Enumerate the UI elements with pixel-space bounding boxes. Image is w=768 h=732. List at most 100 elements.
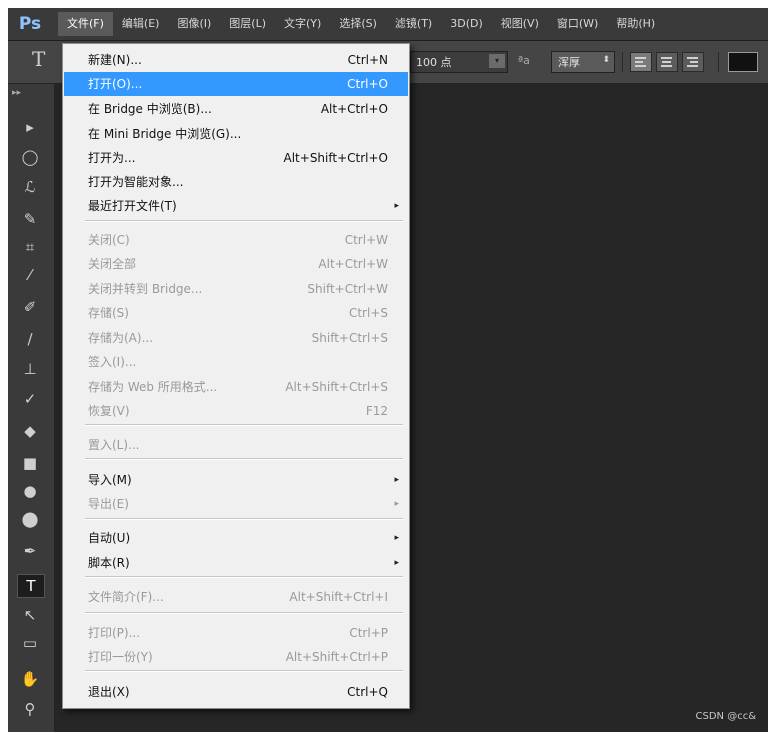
menu-item-label: 关闭并转到 Bridge... xyxy=(88,282,203,296)
menu-window[interactable]: 窗口(W) xyxy=(548,12,607,36)
current-tool-icon[interactable]: T xyxy=(32,47,45,71)
file-menu-item[interactable]: 最近打开文件(T) ▸ xyxy=(64,194,408,218)
eraser-tool-icon[interactable]: ◆ xyxy=(17,420,43,442)
menu-item-label: 脚本(R) xyxy=(88,556,130,570)
submenu-arrow-icon: ▸ xyxy=(394,533,399,543)
history-brush-tool-icon[interactable]: ✓ xyxy=(17,388,43,410)
menu-item-shortcut: Alt+Ctrl+O xyxy=(320,102,388,116)
options-divider xyxy=(718,52,719,72)
font-size-dropdown-icon[interactable]: ▾ xyxy=(489,54,505,68)
menu-separator xyxy=(85,576,403,578)
file-menu-item[interactable]: 自动(U) ▸ xyxy=(64,526,408,550)
crop-tool-icon[interactable]: ⌗ xyxy=(17,236,43,258)
menu-item-label: 恢复(V) xyxy=(88,404,130,418)
healing-brush-tool-icon[interactable]: ✐ xyxy=(17,296,43,318)
file-menu-item: 存储为(A)... Shift+Ctrl+S xyxy=(64,326,408,350)
menu-item-shortcut: Alt+Shift+Ctrl+S xyxy=(285,380,388,394)
brush-tool-icon[interactable]: ∕ xyxy=(17,328,43,350)
menu-item-shortcut: Ctrl+N xyxy=(347,53,388,67)
menu-item-label: 签入(I)... xyxy=(88,355,137,369)
file-menu-item[interactable]: 新建(N)... Ctrl+N xyxy=(64,48,408,72)
menu-item-label: 关闭(C) xyxy=(88,233,130,247)
path-select-tool-icon[interactable]: ↖ xyxy=(17,604,43,626)
menu-item-label: 在 Bridge 中浏览(B)... xyxy=(88,102,212,116)
menu-item-label: 关闭全部 xyxy=(88,257,137,271)
submenu-arrow-icon: ▸ xyxy=(394,499,399,509)
type-tool-icon[interactable]: T xyxy=(17,574,45,598)
menu-item-label: 打印(P)... xyxy=(88,626,141,640)
marquee-tool-icon[interactable]: ◯ xyxy=(17,146,43,168)
menu-item-shortcut: Ctrl+Q xyxy=(347,685,388,699)
menu-3d[interactable]: 3D(D) xyxy=(441,12,492,36)
menu-item-label: 打开为... xyxy=(88,151,136,165)
hand-tool-icon[interactable]: ✋ xyxy=(17,668,43,690)
menu-item-shortcut: Shift+Ctrl+S xyxy=(311,331,388,345)
menu-item-label: 在 Mini Bridge 中浏览(G)... xyxy=(88,127,242,141)
text-color-swatch[interactable] xyxy=(728,52,758,72)
menu-item-label: 置入(L)... xyxy=(88,438,140,452)
menu-separator xyxy=(85,458,403,460)
antialias-select[interactable]: 浑厚 ⬍ xyxy=(551,51,615,73)
menu-item-label: 存储为(A)... xyxy=(88,331,154,345)
menu-item-shortcut: Ctrl+P xyxy=(349,626,388,640)
quick-select-tool-icon[interactable]: ✎ xyxy=(17,208,43,230)
menu-view[interactable]: 视图(V) xyxy=(492,12,548,36)
align-left-icon[interactable] xyxy=(630,52,652,72)
font-size-select[interactable]: 100 点 ▾ xyxy=(410,51,508,73)
options-divider xyxy=(622,52,623,72)
file-menu-item: 打印一份(Y) Alt+Shift+Ctrl+P xyxy=(64,645,408,669)
gradient-tool-icon[interactable]: ■ xyxy=(17,452,43,474)
zoom-tool-icon[interactable]: ⚲ xyxy=(17,698,43,720)
file-menu-item: 打印(P)... Ctrl+P xyxy=(64,621,408,645)
file-menu-item[interactable]: 在 Bridge 中浏览(B)... Alt+Ctrl+O xyxy=(64,97,408,121)
submenu-arrow-icon: ▸ xyxy=(394,558,399,568)
menu-item-label: 最近打开文件(T) xyxy=(88,199,177,213)
align-right-icon[interactable] xyxy=(682,52,704,72)
menu-filter[interactable]: 滤镜(T) xyxy=(386,12,441,36)
file-menu-item[interactable]: 在 Mini Bridge 中浏览(G)... xyxy=(64,122,408,146)
menu-item-label: 存储(S) xyxy=(88,306,129,320)
move-tool-icon[interactable]: ▸ xyxy=(17,116,43,138)
file-menu-item[interactable]: 打开(O)... Ctrl+O xyxy=(64,72,408,96)
dodge-tool-icon[interactable]: ⬤ xyxy=(17,508,43,530)
file-menu-item: 关闭(C) Ctrl+W xyxy=(64,228,408,252)
file-menu-item: 导出(E) ▸ xyxy=(64,492,408,516)
lasso-tool-icon[interactable]: ℒ xyxy=(17,176,43,198)
font-size-value: 100 点 xyxy=(416,56,452,69)
menu-item-label: 打开(O)... xyxy=(88,77,143,91)
menu-separator xyxy=(85,518,403,520)
collapse-grip-icon[interactable]: ▸▸ xyxy=(12,88,21,98)
menu-select[interactable]: 选择(S) xyxy=(330,12,386,36)
menu-item-label: 文件简介(F)... xyxy=(88,590,164,604)
text-align-group xyxy=(630,52,704,72)
file-menu-item: 文件简介(F)... Alt+Shift+Ctrl+I xyxy=(64,585,408,609)
menu-image[interactable]: 图像(I) xyxy=(168,12,220,36)
clone-stamp-tool-icon[interactable]: ⊥ xyxy=(17,358,43,380)
watermark: CSDN @cc& xyxy=(695,711,756,722)
file-menu-item[interactable]: 脚本(R) ▸ xyxy=(64,551,408,575)
file-menu-item[interactable]: 导入(M) ▸ xyxy=(64,468,408,492)
menu-file[interactable]: 文件(F) xyxy=(58,12,113,36)
file-menu-item[interactable]: 退出(X) Ctrl+Q xyxy=(64,680,408,704)
file-menu-dropdown: 新建(N)... Ctrl+N 打开(O)... Ctrl+O 在 Bridge 中浏览… xyxy=(62,43,410,709)
antialias-icon: ªa xyxy=(518,54,530,67)
submenu-arrow-icon: ▸ xyxy=(394,475,399,485)
ps-logo: Ps xyxy=(18,14,42,34)
eyedropper-tool-icon[interactable]: ⁄ xyxy=(17,264,43,286)
menu-item-shortcut: Alt+Shift+Ctrl+P xyxy=(285,650,388,664)
menu-layer[interactable]: 图层(L) xyxy=(220,12,275,36)
align-center-icon[interactable] xyxy=(656,52,678,72)
menu-type[interactable]: 文字(Y) xyxy=(275,12,330,36)
shape-tool-icon[interactable]: ▭ xyxy=(17,632,43,654)
menu-edit[interactable]: 编辑(E) xyxy=(113,12,169,36)
file-menu-item: 恢复(V) F12 xyxy=(64,399,408,423)
pen-tool-icon[interactable]: ✒ xyxy=(17,540,43,562)
blur-tool-icon[interactable]: ● xyxy=(17,480,43,502)
file-menu-item: 存储为 Web 所用格式... Alt+Shift+Ctrl+S xyxy=(64,375,408,399)
menu-item-label: 打开为智能对象... xyxy=(88,175,184,189)
menu-separator xyxy=(85,612,403,614)
file-menu-item[interactable]: 打开为... Alt+Shift+Ctrl+O xyxy=(64,146,408,170)
file-menu-item[interactable]: 打开为智能对象... xyxy=(64,170,408,194)
menu-help[interactable]: 帮助(H) xyxy=(607,12,664,36)
menu-item-shortcut: F12 xyxy=(365,404,388,418)
